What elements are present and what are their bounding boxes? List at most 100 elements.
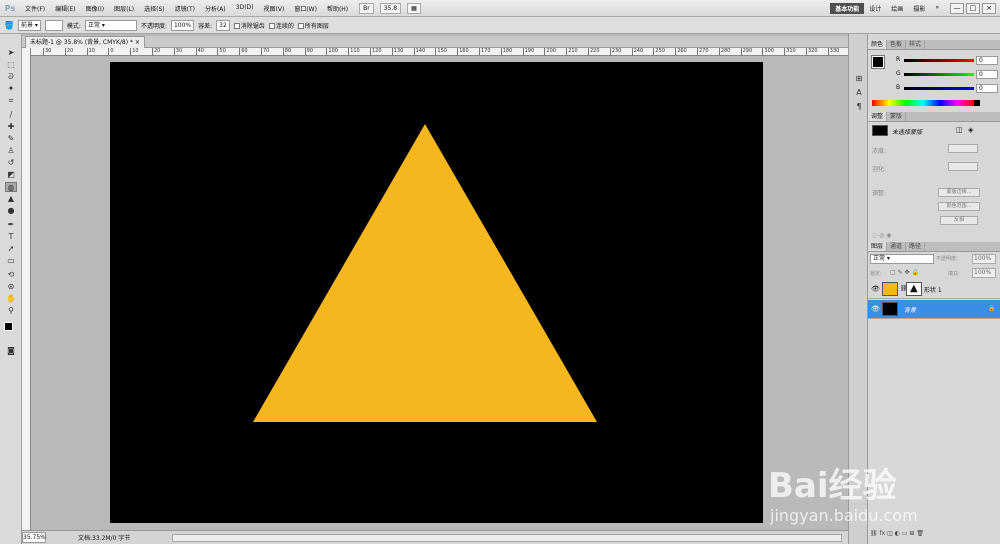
panel-tab[interactable]: 通道	[887, 242, 907, 251]
workspace-button[interactable]: »	[930, 3, 944, 14]
minimize-icon[interactable]: —	[950, 2, 964, 14]
document-canvas[interactable]	[110, 62, 763, 523]
mask-panel-footer-icons[interactable]: ◌ ◎ ◉	[872, 232, 892, 239]
paragraph-icon[interactable]: ¶	[853, 102, 865, 111]
lock-icons[interactable]: ▢ ✎ ✥ 🔒	[890, 269, 919, 276]
menu-item[interactable]: 文件(F)	[20, 4, 50, 13]
menu-item[interactable]: 分析(A)	[200, 4, 231, 13]
color-spectrum[interactable]	[872, 100, 974, 106]
history-brush-tool-icon[interactable]: ↺	[5, 158, 17, 168]
paint-bucket-tool-icon[interactable]: ◍	[5, 182, 17, 192]
shape-tool-icon[interactable]: ▭	[5, 256, 17, 266]
channel-value-input[interactable]: 0	[976, 56, 998, 65]
contiguous-checkbox[interactable]: 连续的	[268, 21, 294, 30]
channel-slider[interactable]	[904, 73, 974, 76]
panel-tab[interactable]: 调整	[868, 112, 888, 121]
menu-item[interactable]: 帮助(H)	[322, 4, 353, 13]
fill-source-select[interactable]: 前景 ▾	[17, 19, 41, 31]
path-selection-tool-icon[interactable]: ➚	[5, 244, 17, 254]
menu-item[interactable]: 3D(D)	[231, 4, 259, 13]
arrange-icon[interactable]: ▦	[407, 2, 421, 14]
layer-row[interactable]: 👁 🔒 背景	[868, 300, 1000, 319]
workspace-button[interactable]: 绘画	[886, 3, 908, 14]
paint-bucket-icon[interactable]: 🪣	[4, 21, 14, 30]
zoom-field[interactable]: 35.75%	[22, 532, 46, 543]
menu-item[interactable]: 图像(I)	[81, 4, 109, 13]
type-tool-icon[interactable]: T	[5, 232, 17, 242]
history-icon[interactable]: ⊞	[853, 74, 865, 83]
quick-mask-icon[interactable]: ◙	[5, 346, 17, 356]
pattern-picker[interactable]	[44, 19, 63, 31]
brush-tool-icon[interactable]: ✎	[5, 134, 17, 144]
eye-icon[interactable]: 👁	[871, 305, 880, 313]
blur-tool-icon[interactable]: ▲	[5, 194, 17, 204]
layer-row[interactable]: 👁 ⛓ ▲ 形状 1	[868, 280, 1000, 299]
document-tab[interactable]: 未标题-1 @ 35.8% (背景, CMYK/8) * ×	[25, 36, 145, 48]
menu-item[interactable]: 编辑(E)	[50, 4, 80, 13]
menu-item[interactable]: 图层(L)	[109, 4, 139, 13]
channel-slider[interactable]	[904, 59, 974, 62]
healing-brush-tool-icon[interactable]: ✚	[5, 122, 17, 132]
channel-slider[interactable]	[904, 87, 974, 90]
all-layers-checkbox[interactable]: 所有图层	[297, 21, 329, 30]
hand-tool-icon[interactable]: ✋	[5, 294, 17, 304]
density-input[interactable]	[948, 144, 978, 153]
eye-icon[interactable]: 👁	[871, 285, 880, 293]
add-pixel-mask-icon[interactable]: ◫	[956, 126, 963, 134]
crop-tool-icon[interactable]: ⌗	[5, 96, 17, 106]
3d-rotate-tool-icon[interactable]: ⟲	[5, 270, 17, 280]
maximize-icon[interactable]: □	[966, 2, 980, 14]
opacity-input[interactable]: 100%	[170, 19, 195, 31]
foreground-color-swatch[interactable]	[4, 322, 13, 331]
3d-orbit-tool-icon[interactable]: ⊛	[5, 282, 17, 292]
workspace-button[interactable]: 摄影	[908, 3, 930, 14]
antialias-checkbox[interactable]: 消除锯齿	[233, 21, 265, 30]
eyedropper-tool-icon[interactable]: ∕	[5, 110, 17, 120]
blend-mode-select[interactable]: 正常 ▾	[870, 254, 934, 264]
pen-tool-icon[interactable]: ✒	[5, 220, 17, 230]
zoom-readout[interactable]: 35.8	[379, 2, 402, 14]
mode-select[interactable]: 正常 ▾	[84, 19, 137, 31]
channel-value-input[interactable]: 0	[976, 84, 998, 93]
fill-input[interactable]: 100%	[972, 268, 996, 278]
workspace-button[interactable]: 设计	[864, 3, 886, 14]
horizontal-scrollbar[interactable]	[172, 534, 842, 542]
move-tool-icon[interactable]: ➤	[5, 48, 17, 58]
eraser-tool-icon[interactable]: ◩	[5, 170, 17, 180]
magic-wand-tool-icon[interactable]: ✦	[5, 84, 17, 94]
channel-value-input[interactable]: 0	[976, 70, 998, 79]
marquee-tool-icon[interactable]: ⬚	[5, 60, 17, 70]
add-vector-mask-icon[interactable]: ◈	[968, 126, 973, 134]
menu-item[interactable]: 选择(S)	[139, 4, 170, 13]
bridge-icon[interactable]: Br	[359, 2, 374, 14]
panel-tab[interactable]: 路径	[906, 242, 926, 251]
menu-item[interactable]: 滤镜(T)	[170, 4, 200, 13]
dodge-tool-icon[interactable]: ●	[5, 206, 17, 216]
character-icon[interactable]: A	[853, 88, 865, 97]
panel-tab[interactable]: 蒙版	[887, 112, 907, 121]
mask-action-button[interactable]: 反相	[940, 216, 978, 225]
tolerance-input[interactable]: 32	[216, 19, 230, 31]
close-icon[interactable]: ×	[135, 39, 140, 46]
triangle-shape[interactable]	[253, 124, 597, 422]
mask-action-button[interactable]: 颜色范围...	[938, 202, 980, 211]
document-info[interactable]: 文档:33.2M/0 字节	[78, 533, 130, 542]
panel-tab[interactable]: 图层	[868, 242, 888, 251]
layer-opacity-input[interactable]: 100%	[972, 254, 996, 264]
panel-tab[interactable]: 样式	[906, 40, 926, 49]
zoom-tool-icon[interactable]: ⚲	[5, 306, 17, 316]
vertical-ruler[interactable]	[22, 48, 31, 530]
workspace-button[interactable]: 基本功能	[830, 2, 865, 14]
panel-tab[interactable]: 颜色	[868, 40, 888, 49]
clone-stamp-tool-icon[interactable]: ♙	[5, 146, 17, 156]
panel-tab[interactable]: 色板	[887, 40, 907, 49]
close-icon[interactable]: ×	[982, 2, 996, 14]
feather-input[interactable]	[948, 162, 978, 171]
layers-footer-icons[interactable]: ⛓ fx ◫ ◐ ▭ ⊞ 🗑	[870, 530, 924, 537]
lasso-tool-icon[interactable]: ᘐ	[5, 72, 17, 82]
mask-action-button[interactable]: 蒙版边缘...	[938, 188, 980, 197]
horizontal-ruler[interactable]: 30 20 10 0 10 20 30 40 50 60 70 80 90 100 110 120 130 140…	[31, 48, 848, 56]
menu-item[interactable]: 窗口(W)	[289, 4, 322, 13]
menu-item[interactable]: 视图(V)	[259, 4, 290, 13]
black-swatch[interactable]	[974, 100, 980, 106]
